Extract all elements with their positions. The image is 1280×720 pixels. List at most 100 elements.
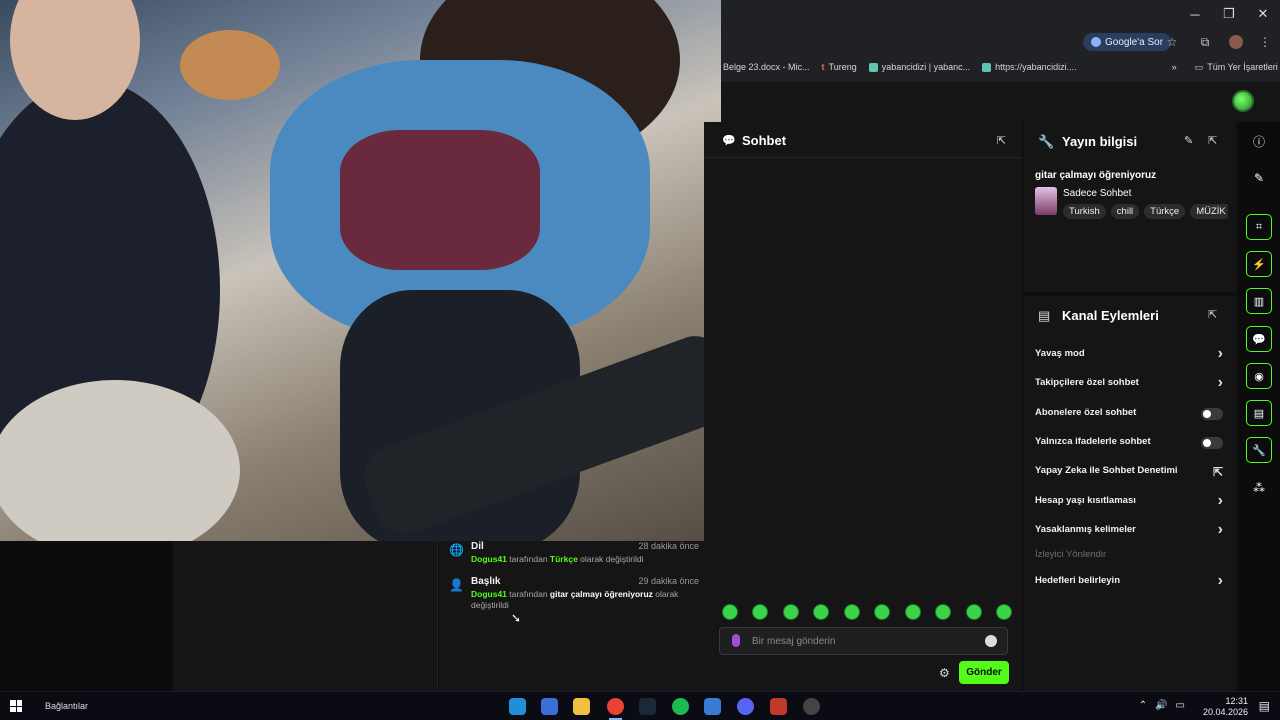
send-button[interactable]: Gönder — [959, 661, 1009, 684]
stream-video[interactable] — [0, 0, 721, 541]
google-lens-icon — [1091, 37, 1101, 47]
emote-4-icon[interactable] — [813, 604, 830, 620]
emote-8-icon[interactable] — [935, 604, 952, 620]
toggle-switch[interactable] — [1201, 408, 1223, 420]
broadcast-icon[interactable]: ◉ — [1246, 363, 1272, 389]
chat-icon[interactable]: 💬 — [1246, 326, 1272, 352]
popout-icon[interactable]: ⇱ — [1208, 308, 1217, 321]
bookmark-item[interactable]: https://yabancidizi.... — [982, 62, 1077, 72]
activity-item-title: 👤 Başlık 29 dakika önce Dogus41 tarafınd… — [449, 576, 699, 616]
activity-value: gitar çalmayı öğreniyoruz — [549, 589, 653, 599]
wrench-icon[interactable]: 🔧 — [1246, 437, 1272, 463]
clock-time: 12:31 — [1225, 696, 1248, 706]
stream-info-title: Yayın bilgisi — [1062, 134, 1138, 149]
emote-5-icon[interactable] — [843, 604, 860, 620]
chrome-icon[interactable] — [607, 698, 624, 720]
edit-icon[interactable]: ✎ — [1246, 165, 1272, 191]
channel-action-row[interactable]: Abonelere özel sohbet — [1035, 407, 1225, 423]
network-icon[interactable]: ▭ — [1176, 700, 1185, 711]
voicemeeter-icon[interactable] — [770, 698, 787, 715]
explorer-icon[interactable] — [573, 698, 590, 715]
lightning-icon[interactable]: ⚡ — [1246, 251, 1272, 277]
emote-1-icon[interactable] — [722, 604, 738, 620]
clock[interactable]: 12:31 20.04.2026 — [1203, 696, 1248, 718]
channel-action-row[interactable]: Hedefleri belirleyin › — [1035, 572, 1225, 591]
windows-start-icon[interactable] — [10, 700, 22, 712]
left-empty-area — [0, 541, 173, 691]
google-ask-button[interactable]: Google'a Sor — [1083, 33, 1172, 51]
chevron-up-icon[interactable]: ⌃ — [1139, 700, 1147, 711]
all-bookmarks-label: Tüm Yer İşaretleri — [1207, 62, 1278, 72]
emote-9-icon[interactable] — [965, 604, 982, 620]
obs-icon[interactable] — [803, 698, 820, 715]
bookmark-item[interactable]: yabancidizi | yabanc... — [868, 62, 970, 72]
bookmarks-overflow-button[interactable]: » — [1172, 62, 1177, 72]
channel-action-row[interactable]: Yalnızca ifadelerle sohbet — [1035, 436, 1225, 452]
emote-6-icon[interactable] — [874, 604, 891, 620]
microphone-icon[interactable] — [732, 634, 740, 647]
chat-settings-icon[interactable]: ⚙ — [939, 666, 950, 680]
apps-icon[interactable]: ⁂ — [1246, 475, 1272, 501]
edit-pencil-icon[interactable]: ✎ — [1184, 134, 1193, 147]
edge-icon[interactable] — [509, 698, 526, 715]
discord-icon[interactable] — [737, 698, 754, 715]
user-avatar[interactable] — [1232, 90, 1254, 112]
tag[interactable]: MÜZİK — [1190, 204, 1228, 219]
app-icon[interactable] — [704, 698, 721, 715]
activity-user[interactable]: Dogus41 — [471, 589, 507, 599]
emote-3-icon[interactable] — [782, 604, 799, 620]
chat-input-box — [719, 627, 1008, 655]
activity-title: Dil — [471, 541, 484, 552]
toolbar-row: Google'a Sor ☆ ⧉ ⋮ — [721, 30, 1280, 54]
channel-action-label: Hesap yaşı kısıtlaması — [1035, 495, 1136, 506]
server-icon[interactable]: ▤ — [1246, 400, 1272, 426]
chat-message-input[interactable] — [752, 633, 972, 649]
channel-action-row[interactable]: Takipçilere özel sohbet › — [1035, 374, 1225, 393]
taskbar-search-label[interactable]: Bağlantılar — [45, 701, 88, 711]
server-icon: ▤ — [1038, 308, 1051, 323]
emote-2-icon[interactable] — [752, 604, 769, 620]
channel-action-row[interactable]: Yasaklanmış kelimeler › — [1035, 521, 1225, 540]
channel-action-row[interactable]: Hesap yaşı kısıtlaması › — [1035, 492, 1225, 511]
popout-icon[interactable]: ⇱ — [997, 134, 1006, 147]
minimize-button[interactable]: ─ — [1178, 0, 1212, 28]
chevron-right-icon: › — [1217, 345, 1223, 362]
notification-icon[interactable]: ▤ — [1259, 699, 1270, 713]
all-bookmarks-button[interactable]: ▭ Tüm Yer İşaretleri — [1195, 62, 1278, 73]
left-panel — [173, 541, 438, 691]
channel-action-row[interactable]: Yapay Zeka ile Sohbet Denetimi ⇱ — [1035, 465, 1225, 481]
channel-action-label: Takipçilere özel sohbet — [1035, 377, 1139, 388]
menu-icon[interactable]: ⋮ — [1256, 33, 1274, 51]
maximize-button[interactable]: ❐ — [1212, 0, 1246, 28]
close-button[interactable]: ✕ — [1246, 0, 1280, 28]
channel-action-row[interactable]: Yavaş mod › — [1035, 345, 1225, 364]
document-icon[interactable]: ▥ — [1246, 288, 1272, 314]
steam-icon[interactable] — [639, 698, 656, 715]
focus-mode-icon[interactable]: ⌗ — [1246, 214, 1272, 240]
bookmark-item[interactable]: Belge 23.docx - Mic... — [723, 62, 810, 72]
emoji-picker-icon[interactable] — [985, 635, 997, 647]
chat-title: Sohbet — [742, 133, 787, 148]
extensions-icon[interactable]: ⧉ — [1196, 33, 1214, 51]
stream-category[interactable]: Sadece Sohbet — [1063, 188, 1131, 199]
activity-user[interactable]: Dogus41 — [471, 554, 507, 564]
tag[interactable]: Turkish — [1063, 204, 1106, 219]
volume-icon[interactable]: 🔊 — [1155, 700, 1167, 711]
info-icon[interactable]: ⓘ — [1246, 128, 1272, 154]
toggle-switch[interactable] — [1201, 437, 1223, 449]
popout-icon[interactable]: ⇱ — [1208, 134, 1217, 147]
window-controls: ─ ❐ ✕ — [1178, 0, 1280, 28]
profile-avatar[interactable] — [1229, 35, 1243, 49]
emote-7-icon[interactable] — [904, 604, 921, 620]
bookmark-star-icon[interactable]: ☆ — [1163, 33, 1181, 51]
emote-10-icon[interactable] — [995, 604, 1012, 620]
chat-bubble-icon: 💬 — [722, 135, 736, 147]
store-icon[interactable] — [541, 698, 558, 715]
channel-action-row[interactable]: İzleyici Yönlendir — [1035, 549, 1225, 565]
spotify-icon[interactable] — [672, 698, 689, 715]
category-thumbnail[interactable] — [1035, 187, 1057, 215]
tag[interactable]: chill — [1110, 204, 1140, 219]
mouse-cursor-icon: ➘ — [511, 611, 522, 625]
tag[interactable]: Türkçe — [1144, 204, 1186, 219]
bookmark-item[interactable]: t Tureng — [822, 62, 857, 72]
